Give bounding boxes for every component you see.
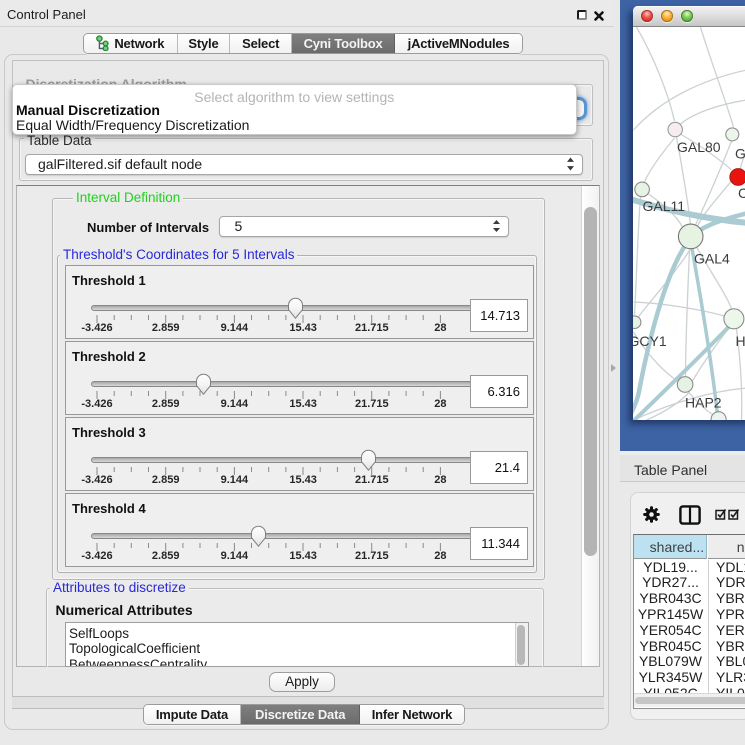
svg-text:H: H — [735, 333, 745, 349]
svg-text:HAP2: HAP2 — [685, 395, 722, 411]
svg-text:GAL11: GAL11 — [642, 198, 685, 214]
svg-text:C: C — [738, 185, 745, 201]
svg-text:GCY1: GCY1 — [633, 333, 667, 349]
svg-text:GA: GA — [735, 146, 745, 162]
svg-text:GAL4: GAL4 — [694, 251, 730, 267]
svg-text:GAL80: GAL80 — [677, 139, 721, 155]
